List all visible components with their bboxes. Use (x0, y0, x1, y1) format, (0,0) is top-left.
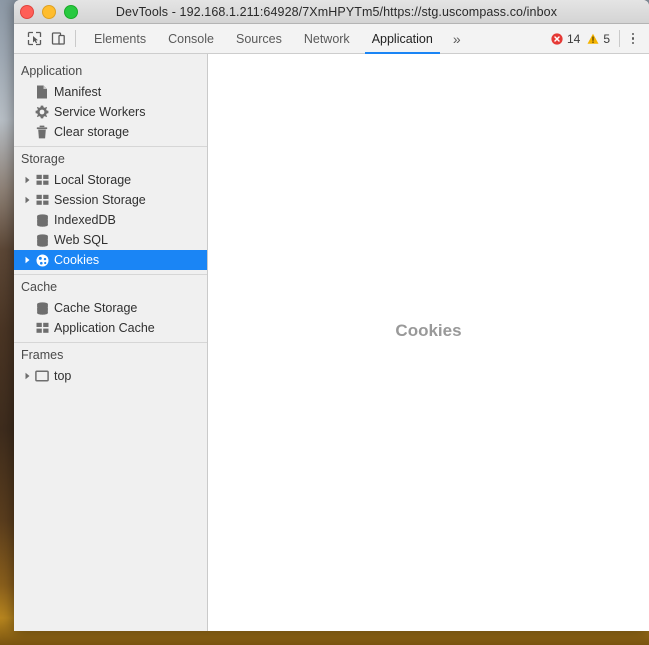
kebab-menu-icon[interactable] (623, 27, 643, 51)
more-tabs-icon[interactable]: » (444, 24, 470, 54)
devtools-tab-bar: Elements Console Sources Network Applica… (83, 24, 470, 54)
sidebar-item-cache-storage[interactable]: Cache Storage (14, 298, 207, 318)
sidebar-item-manifest[interactable]: Manifest (14, 82, 207, 102)
inspect-cursor-icon[interactable] (22, 27, 46, 51)
table-icon (33, 194, 51, 206)
devtools-window: DevTools - 192.168.1.211:64928/7XmHPYTm5… (14, 0, 649, 631)
sidebar-item-local-storage[interactable]: Local Storage (14, 170, 207, 190)
tab-sources[interactable]: Sources (225, 24, 293, 54)
database-icon (33, 213, 51, 227)
chevron-right-icon[interactable] (21, 256, 33, 264)
sidebar-item-top-frame[interactable]: top (14, 366, 207, 386)
kebab-dot (631, 37, 635, 40)
tab-network[interactable]: Network (293, 24, 361, 54)
error-icon (551, 32, 563, 45)
tab-elements[interactable]: Elements (83, 24, 157, 54)
sidebar-item-label: Manifest (54, 84, 102, 99)
kebab-dot (631, 32, 635, 36)
sidebar-item-session-storage[interactable]: Session Storage (14, 190, 207, 210)
main-panel-placeholder: Cookies (395, 320, 462, 340)
database-icon (33, 233, 51, 247)
sidebar-item-label: Clear storage (54, 124, 130, 139)
devtools-content: Application Manifest Service Workers Cle… (14, 54, 649, 631)
table-icon (33, 322, 51, 334)
sidebar-item-service-workers[interactable]: Service Workers (14, 102, 207, 122)
application-sidebar: Application Manifest Service Workers Cle… (14, 54, 208, 631)
maximize-window-button[interactable] (64, 4, 78, 19)
sidebar-item-label: Web SQL (54, 232, 108, 247)
sidebar-item-label: Cache Storage (54, 300, 138, 315)
warning-icon (587, 33, 599, 45)
trash-icon (33, 125, 51, 139)
title-bar: DevTools - 192.168.1.211:64928/7XmHPYTm5… (14, 0, 649, 24)
tab-console[interactable]: Console (157, 24, 225, 54)
database-icon (33, 301, 51, 315)
warning-counter[interactable]: 5 (587, 32, 610, 46)
chevron-right-icon[interactable] (21, 176, 33, 184)
document-icon (33, 85, 51, 99)
window-controls (20, 0, 78, 23)
tab-application[interactable]: Application (361, 24, 444, 54)
kebab-dot (631, 41, 635, 45)
toolbar-status-area: 14 5 (551, 27, 643, 51)
sidebar-item-label: Local Storage (54, 172, 132, 187)
sidebar-item-application-cache[interactable]: Application Cache (14, 318, 207, 338)
table-icon (33, 174, 51, 186)
error-counter[interactable]: 14 (551, 32, 580, 46)
chevron-right-icon[interactable] (21, 196, 33, 204)
sidebar-item-label: Service Workers (54, 104, 146, 119)
frame-icon (33, 370, 51, 382)
sidebar-item-indexeddb[interactable]: IndexedDB (14, 210, 207, 230)
devtools-toolbar: Elements Console Sources Network Applica… (14, 24, 649, 54)
section-title-cache: Cache (21, 280, 58, 294)
section-title-storage: Storage (21, 152, 65, 166)
sidebar-item-label: Application Cache (54, 320, 155, 335)
sidebar-item-clear-storage[interactable]: Clear storage (14, 122, 207, 142)
main-panel: Cookies (208, 54, 649, 631)
sidebar-item-web-sql[interactable]: Web SQL (14, 230, 207, 250)
toolbar-divider-right (619, 30, 620, 47)
warning-count: 5 (603, 31, 610, 46)
sidebar-item-label: IndexedDB (54, 212, 116, 227)
close-window-button[interactable] (20, 4, 34, 19)
gear-icon (33, 105, 51, 119)
toolbar-divider (75, 30, 76, 47)
sidebar-item-cookies[interactable]: Cookies (14, 250, 207, 270)
device-toolbar-icon[interactable] (46, 27, 70, 51)
section-title-application: Application (21, 64, 83, 78)
sidebar-item-label: Cookies (54, 252, 100, 267)
window-title: DevTools - 192.168.1.211:64928/7XmHPYTm5… (115, 4, 558, 19)
sidebar-item-label: Session Storage (54, 192, 146, 207)
minimize-window-button[interactable] (42, 4, 56, 19)
error-count: 14 (566, 31, 581, 46)
chevron-right-icon[interactable] (21, 372, 33, 380)
sidebar-item-label: top (54, 368, 72, 383)
cookie-icon (33, 254, 51, 267)
section-title-frames: Frames (21, 348, 64, 362)
